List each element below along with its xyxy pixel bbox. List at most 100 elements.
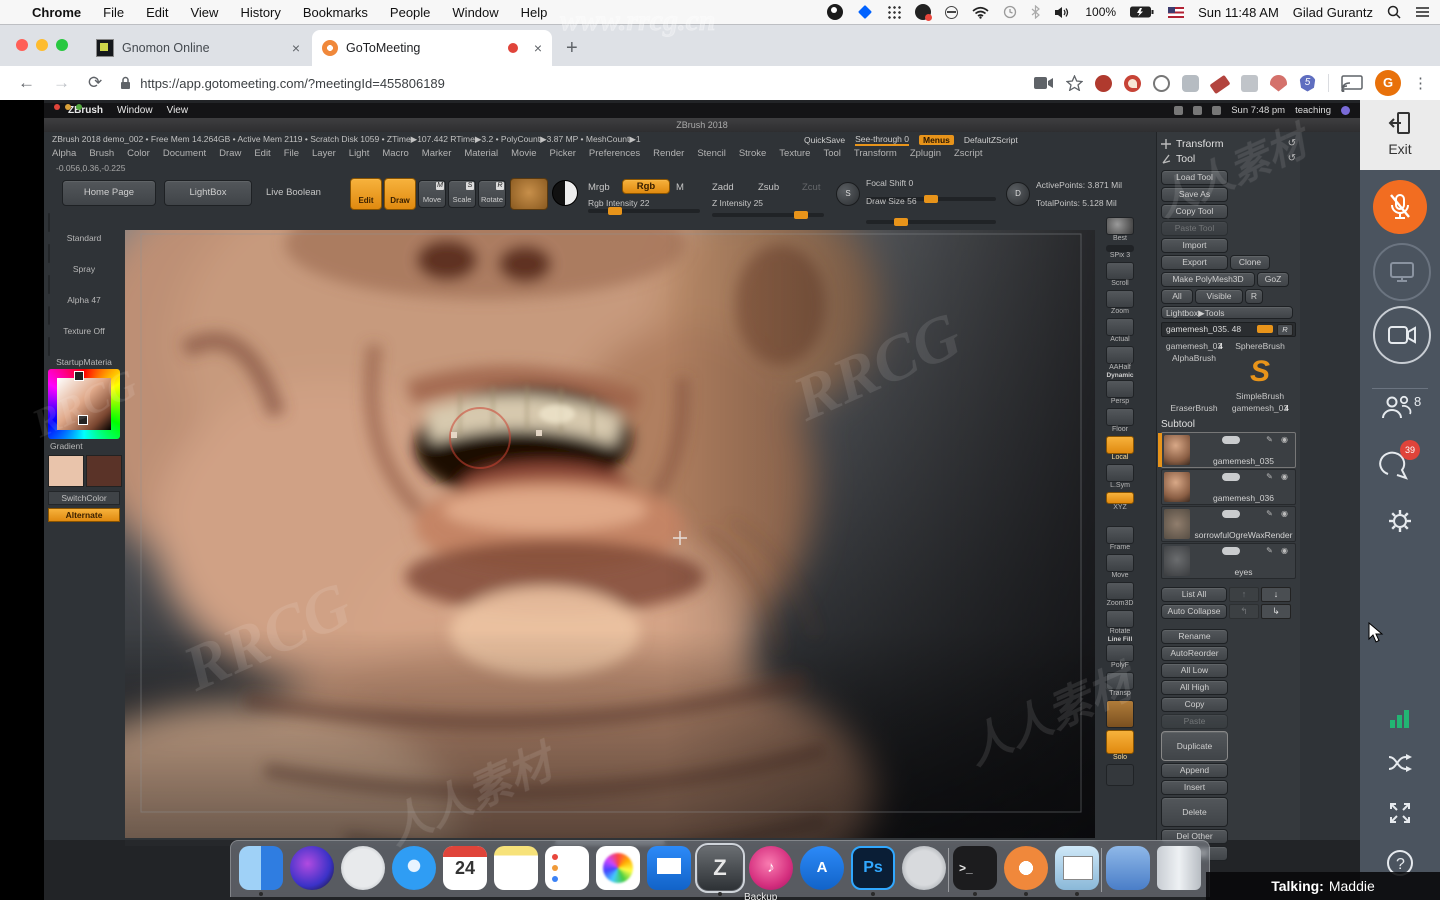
tool-reset-icon[interactable]: ↺ (1288, 153, 1296, 164)
reload-button[interactable]: ⟳ (88, 73, 102, 93)
right-shelf-button[interactable]: Actual (1102, 317, 1138, 344)
zbrush-menu-item[interactable]: Layer (312, 148, 336, 159)
right-shelf-button[interactable]: Local (1102, 435, 1138, 462)
remote-menu-window[interactable]: Window (117, 105, 153, 116)
dock-icon[interactable] (596, 844, 640, 894)
notification-center-icon[interactable] (1415, 6, 1430, 18)
zbrush-menu-item[interactable]: Zscript (954, 148, 983, 159)
see-through-slider[interactable]: See-through 0 (855, 134, 909, 146)
polypaint-toggle-icon[interactable] (1221, 473, 1240, 481)
duplicate-button[interactable]: Duplicate (1161, 731, 1228, 761)
left-tray-item[interactable]: Texture Off (48, 306, 120, 336)
rgb-intensity-track[interactable] (588, 207, 700, 215)
right-shelf-button[interactable]: Scroll (1102, 261, 1138, 288)
z-intensity-track[interactable] (712, 211, 824, 219)
omnibox[interactable]: https://app.gotomeeting.com/?meetingId=4… (120, 71, 970, 95)
tool-thumbnail[interactable]: S SimpleBrush (1227, 353, 1293, 401)
right-shelf-button[interactable]: Move (1102, 553, 1138, 580)
remote-zoom-button[interactable] (76, 104, 82, 110)
right-shelf-button[interactable]: L.Sym (1102, 463, 1138, 490)
bluetooth-icon[interactable] (1031, 5, 1041, 19)
right-shelf-button[interactable]: Zoom (1102, 289, 1138, 316)
zbrush-menu-item[interactable]: Picker (550, 148, 576, 159)
forward-button[interactable]: → (53, 73, 70, 93)
zbrush-menu-item[interactable]: File (284, 148, 299, 159)
dock-icon[interactable]: Z (695, 843, 745, 896)
tab-gnomon-online[interactable]: Gnomon Online × (86, 30, 310, 66)
dock-icon[interactable] (545, 844, 589, 894)
dock-icon[interactable] (290, 844, 334, 894)
tool-thumbnail[interactable]: SphereBrush (1227, 341, 1293, 351)
polypaint-toggle-icon[interactable] (1221, 510, 1240, 518)
right-shelf-button[interactable]: SPix 3 (1102, 244, 1138, 260)
subtool-row[interactable]: ✎ ◉ eyes (1161, 543, 1296, 579)
remote-close-button[interactable] (54, 104, 60, 110)
rotate-mode-button[interactable]: R Rotate (478, 180, 506, 208)
live-boolean-toggle[interactable]: Live Boolean (266, 187, 321, 198)
chat-button[interactable]: 39 (1360, 440, 1440, 482)
tool-button[interactable]: All (1161, 289, 1193, 304)
menubar-item[interactable]: Help (521, 5, 548, 20)
default-zscript-button[interactable]: DefaultZScript (964, 135, 1018, 145)
dock-icon[interactable] (1004, 844, 1048, 896)
zsub-toggle[interactable]: Zsub (758, 182, 779, 193)
dynamic-knob-icon[interactable]: D (1006, 182, 1030, 206)
input-source-flag-icon[interactable] (1168, 6, 1185, 18)
paste-button[interactable]: Paste (1161, 714, 1228, 729)
dock-icon[interactable] (494, 844, 538, 894)
exit-button[interactable]: Exit (1360, 100, 1440, 170)
spotlight-search-icon[interactable] (1387, 5, 1401, 19)
subtool-row[interactable]: ✎ ◉ gamemesh_036 (1161, 469, 1296, 505)
collapse-up-button[interactable]: ↰ (1229, 604, 1259, 619)
right-shelf-button[interactable]: Zoom3D (1102, 581, 1138, 608)
right-shelf-button[interactable]: Line Fill PolyF (1102, 636, 1138, 670)
active-tool-r-button[interactable]: R (1277, 324, 1293, 336)
camera-record-tray-icon[interactable] (915, 4, 933, 21)
dotted-grid-tray-icon[interactable] (887, 5, 902, 19)
move-down-button[interactable]: ↓ (1261, 587, 1291, 602)
lightbox-button[interactable]: LightBox (164, 180, 252, 206)
right-shelf-button[interactable]: AAHalf (1102, 345, 1138, 372)
zbrush-menu-item[interactable]: Transform (854, 148, 897, 159)
tab-close-icon[interactable]: × (292, 40, 300, 56)
menubar-item[interactable]: File (103, 5, 124, 20)
current-material-sphere[interactable] (552, 180, 578, 206)
rename-button[interactable]: Rename (1161, 629, 1228, 644)
sculpt-canvas[interactable] (125, 230, 1095, 838)
switch-color-button[interactable]: SwitchColor (48, 491, 120, 505)
volume-icon[interactable] (1054, 6, 1071, 19)
zbrush-menu-item[interactable]: Alpha (52, 148, 76, 159)
zbrush-menu-item[interactable]: Render (653, 148, 684, 159)
subtool-row-icons[interactable]: ✎ ◉ (1266, 472, 1291, 481)
time-machine-icon[interactable] (1003, 5, 1017, 19)
zbrush-menu-item[interactable]: Tool (823, 148, 840, 159)
scale-mode-button[interactable]: S Scale (448, 180, 476, 208)
move-mode-button[interactable]: M Move (418, 180, 446, 208)
do-not-disturb-icon[interactable] (945, 5, 959, 19)
tool-button[interactable]: Export (1161, 255, 1228, 270)
remote-app-menu[interactable]: ZBrush (68, 105, 103, 116)
menubar-item[interactable]: Edit (146, 5, 168, 20)
tool-button[interactable]: Visible (1195, 289, 1243, 304)
profile-avatar[interactable]: G (1375, 70, 1401, 96)
obs-tray-icon[interactable] (827, 4, 844, 20)
tool-palette-header[interactable]: Tool ↺ (1161, 151, 1296, 166)
zbrush-menu-item[interactable]: Marker (422, 148, 452, 159)
extension-recycle-icon[interactable] (1153, 74, 1170, 92)
connection-quality-indicator[interactable] (1360, 708, 1440, 733)
list-all-button[interactable]: List All (1161, 587, 1227, 602)
z-intensity-slider[interactable]: Z Intensity 25 (712, 198, 763, 208)
transform-reset-icon[interactable]: ↺ (1288, 138, 1296, 149)
zbrush-menu-item[interactable]: Edit (254, 148, 270, 159)
remote-menu-view[interactable]: View (167, 105, 189, 116)
delete-button[interactable]: Delete (1161, 797, 1228, 827)
all-high-button[interactable]: All High (1161, 680, 1228, 695)
tab-close-icon[interactable]: × (534, 40, 542, 56)
zbrush-menu-item[interactable]: Zplugin (910, 148, 941, 159)
right-shelf-button[interactable]: Rotate (1102, 609, 1138, 636)
color-handle-main[interactable] (74, 371, 84, 381)
color-picker[interactable] (48, 369, 120, 439)
subtool-row[interactable]: ✎ ◉ gamemesh_035 (1158, 432, 1296, 468)
copy-button[interactable]: Copy (1161, 697, 1228, 712)
tool-thumbnail[interactable]: EraserBrush (1161, 403, 1227, 413)
